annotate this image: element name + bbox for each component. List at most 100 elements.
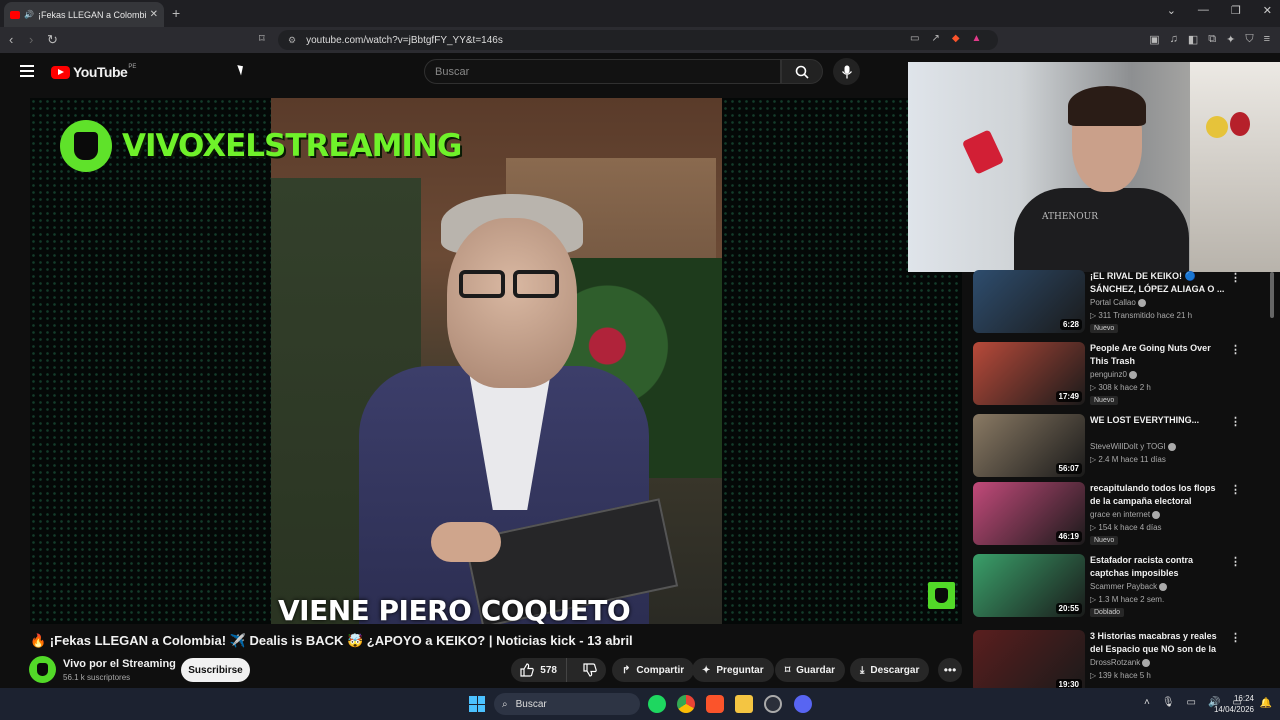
save-button[interactable]: ⌑ Guardar <box>775 658 846 682</box>
extensions-icon[interactable]: ⧉ <box>1208 33 1216 46</box>
recommendation-title[interactable]: Estafador racista contra captchas imposi… <box>1090 554 1225 580</box>
recommendation-title[interactable]: recapitulando todos los flops de la camp… <box>1090 482 1225 508</box>
video-frame <box>271 98 722 624</box>
channel-label: SteveWillDoIt y TOGI <box>1090 442 1166 451</box>
music-icon[interactable]: ♫ <box>1170 33 1178 46</box>
recommendation-channel[interactable]: SteveWillDoIt y TOGI <box>1090 442 1176 451</box>
new-tab-button[interactable]: + <box>172 5 180 21</box>
wallet-icon[interactable]: ▣ <box>1149 33 1159 46</box>
recommendation-channel[interactable]: penguinz0 <box>1090 370 1137 379</box>
recommendation-item[interactable]: 56:07 WE LOST EVERYTHING... SteveWillDoI… <box>973 414 1273 478</box>
brave-shield-icon[interactable]: ◆ <box>952 33 960 44</box>
notification-bell-icon[interactable]: 🔔 <box>1260 698 1272 709</box>
kebab-menu-icon[interactable]: ⋮ <box>1230 271 1241 284</box>
close-window-icon[interactable]: ✕ <box>1263 4 1272 17</box>
leo-ai-icon[interactable]: ✦ <box>1226 33 1235 46</box>
discord-icon[interactable] <box>794 695 812 713</box>
recommendation-title[interactable]: ¡EL RIVAL DE KEIKO! 🔵 SÁNCHEZ, LÓPEZ ALI… <box>1090 270 1225 296</box>
channel-avatar[interactable] <box>29 656 56 683</box>
file-explorer-icon[interactable] <box>735 695 753 713</box>
chevron-up-icon[interactable]: ˄ <box>1144 697 1150 708</box>
share-arrow-icon: ↱ <box>622 664 631 676</box>
vpn-icon[interactable]: ⛉ <box>1245 33 1253 46</box>
browser-toolbar: ‹ › ↻ ⌑ ⚙ youtube.com/watch?v=jBbtgfFY_Y… <box>0 27 1280 53</box>
recommendation-item[interactable]: 46:19 recapitulando todos los flops de l… <box>973 482 1273 546</box>
minimize-icon[interactable]: — <box>1198 4 1209 17</box>
ask-button[interactable]: ✦ Preguntar <box>692 658 774 682</box>
browser-tab-active[interactable]: 🔊 ¡Fekas LLEGAN a Colombia ✕ <box>4 2 164 27</box>
close-tab-icon[interactable]: ✕ <box>150 9 158 20</box>
site-info-icon[interactable]: ⚙ <box>288 35 296 46</box>
address-bar[interactable]: ⚙ youtube.com/watch?v=jBbtgfFY_YY&t=146s <box>278 30 998 50</box>
youtube-logo[interactable]: YouTube PE <box>51 64 136 80</box>
sidebar-scrollbar[interactable] <box>1270 272 1274 318</box>
video-thumbnail[interactable]: 6:28 <box>973 270 1085 333</box>
streamer-hair <box>1068 86 1146 126</box>
mic-tray-icon[interactable]: 🎙 <box>1162 697 1175 708</box>
spotify-icon[interactable] <box>648 695 666 713</box>
voice-search-button[interactable] <box>833 58 860 85</box>
recommendation-title[interactable]: WE LOST EVERYTHING... <box>1090 414 1225 427</box>
recommendation-title[interactable]: People Are Going Nuts Over This Trash <box>1090 342 1225 368</box>
country-code: PE <box>128 64 137 70</box>
share-icon[interactable]: ↗ <box>931 33 939 44</box>
cast-icon[interactable]: ▭ <box>910 33 919 44</box>
kebab-menu-icon[interactable]: ⋮ <box>1230 483 1241 496</box>
recommendation-channel[interactable]: Portal Callao <box>1090 298 1146 307</box>
chrome-icon[interactable] <box>677 695 695 713</box>
recommendation-channel[interactable]: grace en internet <box>1090 510 1161 519</box>
taskbar-clock[interactable]: 16:24 14/04/2026 <box>1214 693 1254 715</box>
channel-watermark-icon[interactable] <box>928 582 955 609</box>
back-icon[interactable]: ‹ <box>9 32 13 47</box>
search-input[interactable]: Buscar <box>424 59 781 84</box>
kebab-menu-icon[interactable]: ⋮ <box>1230 555 1241 568</box>
subscribe-button[interactable]: Suscribirse <box>181 658 250 682</box>
taskbar-search[interactable]: ⌕ Buscar <box>494 693 640 715</box>
recommendation-meta: ▷ 139 k hace 5 h <box>1090 671 1151 680</box>
video-thumbnail[interactable]: 20:55 <box>973 554 1085 617</box>
more-dots-icon: ••• <box>943 663 957 677</box>
recommendation-channel[interactable]: DrossRotzank <box>1090 658 1151 667</box>
obs-icon[interactable] <box>764 695 782 713</box>
video-thumbnail[interactable]: 17:49 <box>973 342 1085 405</box>
rewards-icon[interactable]: ▲ <box>972 33 982 44</box>
video-thumbnail[interactable]: 46:19 <box>973 482 1085 545</box>
speaker-icon[interactable]: 🔊 <box>24 10 34 19</box>
kebab-menu-icon[interactable]: ⋮ <box>1230 631 1241 644</box>
sidebar-icon[interactable]: ◧ <box>1188 33 1198 46</box>
kebab-menu-icon[interactable]: ⋮ <box>1230 343 1241 356</box>
taskbar-search-icon: ⌕ <box>502 698 508 710</box>
recommendation-channel[interactable]: Scammer Payback <box>1090 582 1168 591</box>
more-actions-button[interactable]: ••• <box>938 658 962 682</box>
start-button[interactable] <box>469 696 485 712</box>
verified-icon <box>1137 298 1146 307</box>
brave-icon[interactable] <box>706 695 724 713</box>
recommendation-item[interactable]: 19:30 3 Historias macabras y reales del … <box>973 630 1273 694</box>
download-label: Descargar <box>870 664 920 676</box>
bookmark-icon[interactable]: ⌑ <box>259 32 265 45</box>
recommendation-item[interactable]: 17:49 People Are Going Nuts Over This Tr… <box>973 342 1273 406</box>
share-button[interactable]: ↱ Compartir <box>612 658 695 682</box>
recommendation-item[interactable]: 20:55 Estafador racista contra captchas … <box>973 554 1273 618</box>
recommendation-item[interactable]: 6:28 ¡EL RIVAL DE KEIKO! 🔵 SÁNCHEZ, LÓPE… <box>973 270 1273 334</box>
dislike-button[interactable] <box>573 663 606 677</box>
network-icon[interactable]: ▭ <box>1187 697 1196 708</box>
microphone-icon <box>841 65 852 78</box>
reload-icon[interactable]: ↻ <box>47 32 58 48</box>
kebab-menu-icon[interactable]: ⋮ <box>1230 415 1241 428</box>
video-thumbnail[interactable]: 56:07 <box>973 414 1085 477</box>
video-thumbnail[interactable]: 19:30 <box>973 630 1085 693</box>
recommendation-title[interactable]: 3 Historias macabras y reales del Espaci… <box>1090 630 1225 656</box>
tab-search-icon[interactable]: ⌄ <box>1167 4 1176 17</box>
search-button[interactable] <box>781 59 823 84</box>
channel-label: Scammer Payback <box>1090 582 1158 591</box>
like-button[interactable]: 578 <box>511 658 568 682</box>
forward-icon[interactable]: › <box>29 32 33 47</box>
channel-name[interactable]: Vivo por el Streaming <box>63 658 176 670</box>
maximize-icon[interactable]: ❐ <box>1231 4 1241 17</box>
download-button[interactable]: ⤓ Descargar <box>850 658 930 682</box>
recommendation-meta: ▷ 154 k hace 4 días <box>1090 523 1162 532</box>
hamburger-menu-icon[interactable] <box>20 65 34 77</box>
video-player[interactable]: VIVOXELSTREAMING VIENE PIERO COQUETO <box>30 98 962 624</box>
menu-icon[interactable]: ≡ <box>1264 33 1270 46</box>
